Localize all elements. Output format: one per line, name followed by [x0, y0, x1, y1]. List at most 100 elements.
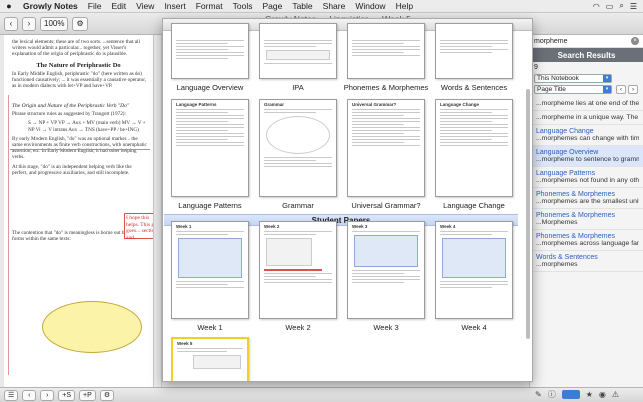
search-field[interactable]: morpheme × — [530, 35, 643, 48]
result-item[interactable]: Phonemes & Morphemes ...Morphemes — [530, 209, 643, 230]
menu-page[interactable]: Page — [257, 1, 287, 11]
next-result-button[interactable]: › — [628, 85, 638, 94]
clear-search-icon[interactable]: × — [631, 37, 639, 45]
page-thumbnail[interactable]: Week 1 — [171, 221, 249, 319]
page-thumbnail[interactable]: Grammar — [259, 99, 337, 197]
thumbnail-caption: Words & Sentences — [440, 83, 508, 92]
wifi-icon[interactable]: ◠ — [593, 2, 600, 11]
thumbnail-caption: Language Overview — [176, 83, 244, 92]
notification-icon[interactable]: ☰ — [630, 2, 637, 11]
page-thumbnail[interactable]: Week 3 — [347, 221, 425, 319]
annotation-note[interactable]: I hope this helps. This guy goes... sect… — [124, 213, 153, 241]
document-page[interactable]: the lexical elements; these are of two s… — [4, 35, 154, 387]
menu-edit[interactable]: Edit — [107, 1, 132, 11]
result-item[interactable]: Language Overview ...morpheme to sentenc… — [530, 146, 643, 167]
gear-icon[interactable]: ⚙ — [72, 16, 88, 31]
page-thumbnail[interactable]: Universal Grammar? — [347, 99, 425, 197]
thumbnail-caption: Week 4 — [461, 323, 487, 332]
gear-icon[interactable]: ⚙ — [99, 389, 115, 401]
menu-share[interactable]: Share — [318, 1, 351, 11]
thumbnail-caption: IPA — [292, 83, 304, 92]
prev-result-button[interactable]: ‹ — [616, 85, 626, 94]
thumbnail-title: Week 1 — [176, 224, 192, 229]
next-page-button[interactable]: › — [40, 389, 55, 401]
spotlight-icon[interactable]: ⌕ — [619, 1, 623, 11]
result-snippet: ...morpheme lies at one end of the spect… — [536, 100, 639, 107]
page-thumbnail[interactable] — [347, 23, 425, 79]
search-value: morpheme — [534, 37, 568, 45]
menu-help[interactable]: Help — [391, 1, 418, 11]
info-icon[interactable]: ⓘ — [548, 389, 556, 400]
overview-scrollbar[interactable] — [526, 89, 530, 339]
result-title: Words & Sentences — [536, 254, 598, 261]
highlight-ellipse[interactable] — [42, 301, 142, 353]
result-title: Phonemes & Morphemes — [536, 233, 615, 240]
menu-file[interactable]: File — [83, 1, 107, 11]
doc-para2: Phrase structure rules as suggested by T… — [12, 111, 126, 118]
result-item[interactable]: Language Patterns ...morphemes not found… — [530, 167, 643, 188]
result-item[interactable]: Phonemes & Morphemes ...morphemes are th… — [530, 188, 643, 209]
sort-row: Page Title ▾ ‹ › — [530, 84, 643, 95]
forward-button[interactable]: › — [22, 16, 36, 31]
document-scrollbar[interactable] — [154, 35, 162, 387]
chevron-down-icon: ▾ — [603, 75, 611, 82]
search-tab-icon[interactable] — [561, 390, 580, 399]
result-item[interactable]: Phonemes & Morphemes ...morphemes across… — [530, 230, 643, 251]
result-snippet: ...Morphemes — [536, 219, 578, 226]
page-thumbnail[interactable]: Week 2 — [259, 221, 337, 319]
prev-page-button[interactable]: ‹ — [22, 389, 37, 401]
result-title: Language Patterns — [536, 170, 596, 177]
menu-insert[interactable]: Insert — [159, 1, 190, 11]
result-snippet: ...morphemes not found in any other lang… — [536, 177, 639, 184]
doc-rules: S → NP + VP VP → Aux + MV (main verb) MV… — [28, 120, 146, 133]
result-snippet: ...morphemes — [536, 261, 578, 268]
menu-view[interactable]: View — [131, 1, 159, 11]
thumbnail-caption: Universal Grammar? — [351, 201, 421, 210]
color-icon[interactable]: ◉ — [599, 390, 606, 399]
thumbnail-caption: Language Change — [443, 201, 505, 210]
page-thumbnail[interactable]: Language Change — [435, 99, 513, 197]
notebook-overview: Language Overview IPA Phonemes & Morphem… — [162, 18, 533, 382]
add-section-button[interactable]: +S — [58, 389, 76, 401]
pen-icon[interactable]: ✎ — [535, 390, 542, 399]
search-sidebar: morpheme × Search Results 9 This Noteboo… — [529, 35, 643, 387]
menu-tools[interactable]: Tools — [228, 1, 258, 11]
thumbnail-title: Week 2 — [264, 224, 280, 229]
status-icons: ◠ ▭ ⌕ ☰ — [593, 1, 643, 11]
doc-para4: At this stage, "do" is an independent he… — [12, 163, 132, 176]
sort-select[interactable]: Page Title ▾ — [534, 85, 612, 94]
zoom-select[interactable]: 100% — [40, 16, 69, 31]
result-item[interactable]: Words & Sentences ...morphemes — [530, 251, 643, 272]
result-item[interactable]: ...morpheme in a unique way. The symbol … — [530, 111, 643, 125]
thumbnail-title: Grammar — [264, 102, 285, 107]
page-thumbnail[interactable] — [435, 23, 513, 79]
page-thumbnail-selected[interactable]: Week 5 — [171, 337, 249, 381]
list-view-icon[interactable]: ☰ — [4, 389, 19, 401]
thumbnail-caption: Grammar — [282, 201, 314, 210]
result-item[interactable]: ...morpheme lies at one end of the spect… — [530, 97, 643, 111]
search-results-title: Search Results — [530, 48, 643, 62]
menu-table[interactable]: Table — [287, 1, 317, 11]
doc-subheading: The Origin and Nature of the Periphrasti… — [12, 103, 130, 110]
chevron-down-icon: ▾ — [603, 86, 611, 93]
menu-app[interactable]: Growly Notes — [18, 1, 83, 11]
page-thumbnail[interactable]: Week 4 — [435, 221, 513, 319]
warning-icon[interactable]: ⚠ — [612, 390, 619, 399]
scope-select[interactable]: This Notebook ▾ — [534, 74, 612, 83]
scope-row: This Notebook ▾ — [530, 73, 643, 84]
page-thumbnail[interactable] — [171, 23, 249, 79]
thumbnail-caption: Language Patterns — [178, 201, 242, 210]
page-thumbnail[interactable]: Language Patterns — [171, 99, 249, 197]
battery-icon[interactable]: ▭ — [606, 2, 614, 11]
back-button[interactable]: ‹ — [4, 16, 18, 31]
add-page-button[interactable]: +P — [79, 389, 96, 401]
thumbnail-title: Week 3 — [352, 224, 368, 229]
thumbnail-title: Week 5 — [177, 341, 193, 346]
result-item[interactable]: Language Change ...morphemes can change … — [530, 125, 643, 146]
page-thumbnail[interactable] — [259, 23, 337, 79]
menu-window[interactable]: Window — [350, 1, 390, 11]
star-icon[interactable]: ★ — [586, 390, 593, 399]
apple-menu-icon[interactable]: ● — [0, 1, 18, 11]
menu-format[interactable]: Format — [191, 1, 228, 11]
scope-value: This Notebook — [537, 75, 579, 82]
